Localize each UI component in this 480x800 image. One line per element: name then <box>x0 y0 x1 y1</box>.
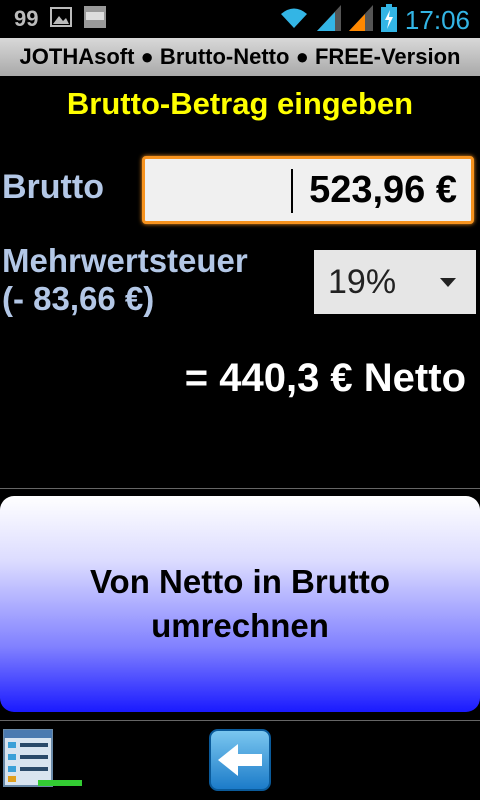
mwst-label-block: Mehrwertsteuer (- 83,66 €) <box>2 242 248 318</box>
page-title: Brutto-Betrag eingeben <box>66 86 414 121</box>
convert-netto-to-brutto-button[interactable]: Von Netto in Brutto umrechnen <box>0 496 480 712</box>
status-bar-left: 99 <box>14 6 107 32</box>
convert-button-line1: Von Netto in Brutto <box>90 563 390 600</box>
brutto-label: Brutto <box>2 168 104 206</box>
mwst-selected-value: 19% <box>328 263 397 301</box>
mwst-label: Mehrwertsteuer <box>2 242 248 279</box>
status-bar-right: 17:06 <box>279 4 470 36</box>
clock: 17:06 <box>404 4 470 35</box>
brutto-value: 523,96 € <box>309 169 457 211</box>
list-icon[interactable] <box>2 726 86 790</box>
mwst-amount: (- 83,66 €) <box>2 280 155 317</box>
text-caret <box>291 169 293 213</box>
divider <box>0 488 480 489</box>
battery-charging-icon <box>380 4 397 36</box>
signal-icon <box>348 5 373 35</box>
image-icon <box>50 7 73 31</box>
notification-count: 99 <box>14 6 39 31</box>
brutto-input[interactable]: 523,96 € <box>142 156 474 224</box>
back-arrow-icon[interactable] <box>208 728 272 792</box>
wifi-icon <box>279 6 309 34</box>
dropdown-arrow-icon <box>440 278 456 287</box>
mwst-rate-select[interactable]: 19% <box>314 250 476 314</box>
convert-button-line2: umrechnen <box>151 607 329 644</box>
signal-icon <box>316 5 341 35</box>
netto-result: = 440,3 € Netto <box>184 356 466 400</box>
app-title-bar: JOTHAsoft ● Brutto-Netto ● FREE-Version <box>0 38 480 76</box>
basic4android-icon <box>84 6 107 32</box>
status-bar: 99 17:06 <box>0 0 480 38</box>
bottom-bar <box>0 720 480 800</box>
